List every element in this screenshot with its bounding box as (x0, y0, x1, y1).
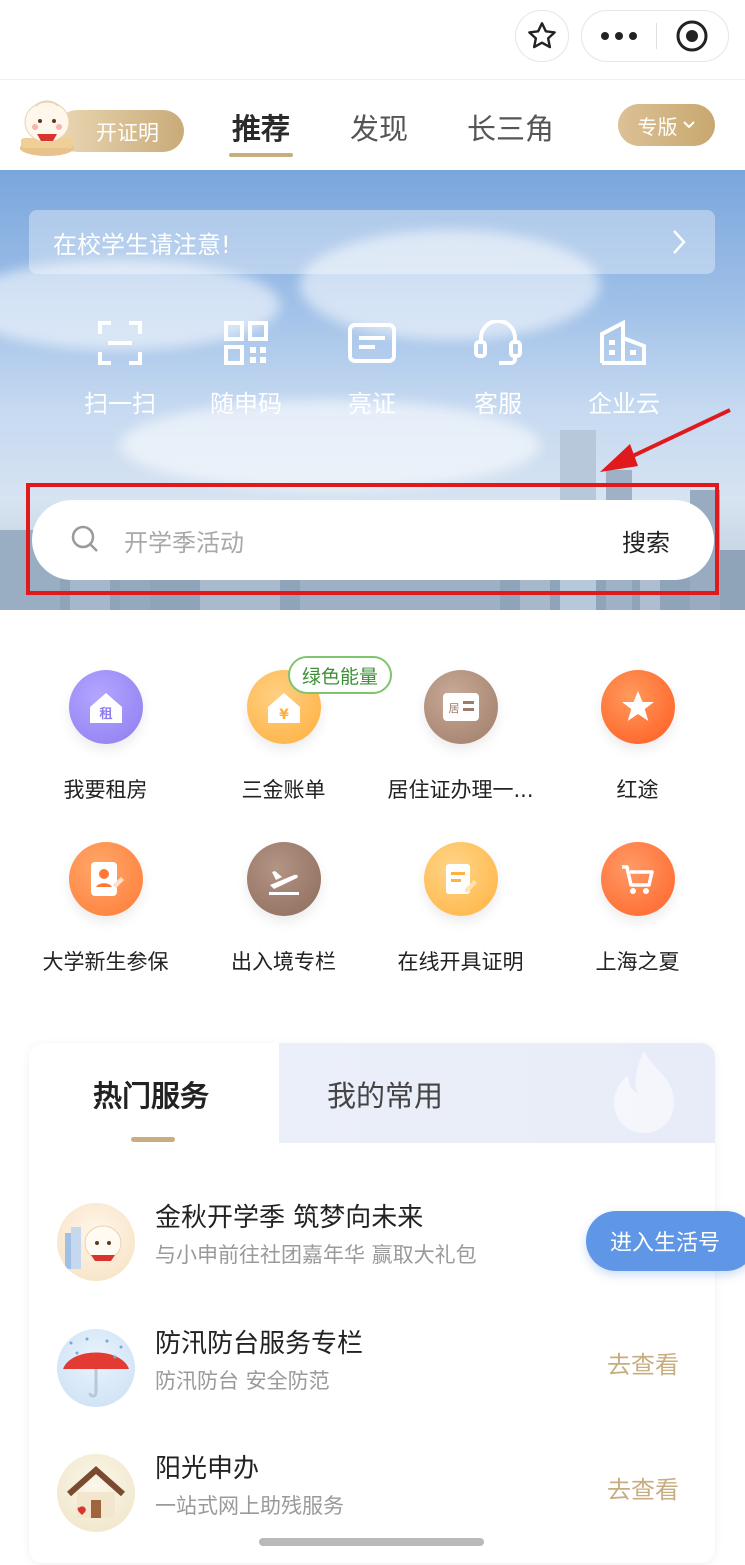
quick-label: 扫一扫 (84, 390, 156, 418)
chevron-down-icon (682, 121, 695, 129)
item-subtitle: 一站式网上助残服务 (155, 1494, 344, 1518)
quick-show-id[interactable]: 亮证 (317, 320, 427, 419)
view-button[interactable]: 去查看 (607, 1345, 679, 1380)
favorite-button[interactable] (515, 10, 569, 62)
scan-icon (98, 321, 142, 365)
quick-label: 随申码 (210, 390, 282, 418)
app-page: 开证明 推荐 发现 长三角 专版 在校学生请注意! 扫一扫 随申码 亮证 客服 … (0, 0, 745, 1565)
edition-button[interactable]: 专版 (618, 104, 715, 146)
green-energy-badge: 绿色能量 (288, 656, 392, 694)
list-item[interactable]: 防汛防台服务专栏 防汛防台 安全防范 去查看 (29, 1319, 715, 1429)
service-residence-permit[interactable]: 居 居住证办理一... (373, 670, 548, 804)
enter-life-account-button[interactable]: 进入生活号 (586, 1211, 745, 1271)
mascot-icon (20, 100, 74, 156)
tab-discover[interactable]: 发现 (350, 106, 408, 148)
certificate-entry[interactable]: 开证明 (18, 92, 184, 156)
service-icon-circle (246, 842, 321, 916)
flame-watermark-icon (614, 1051, 674, 1133)
departure-plane-icon (268, 871, 299, 895)
headset-icon (474, 320, 522, 365)
tab-yangtze-delta[interactable]: 长三角 (467, 106, 554, 148)
rent-house-icon: 租 (89, 693, 122, 723)
home-indicator (259, 1538, 484, 1546)
service-label: 出入境专栏 (231, 950, 336, 974)
service-label: 居住证办理一... (387, 778, 534, 802)
quick-qr-code[interactable]: 随申码 (191, 320, 301, 419)
item-title: 防汛防台服务专栏 (155, 1329, 364, 1359)
svg-text:¥: ¥ (279, 707, 289, 723)
view-button[interactable]: 去查看 (607, 1470, 679, 1505)
service-label: 我要租房 (63, 778, 148, 802)
card-tab-slant (239, 1043, 279, 1143)
qr-code-icon (224, 321, 268, 365)
service-label: 三金账单 (241, 778, 326, 802)
service-red-route[interactable]: 红途 (550, 670, 725, 804)
service-freshman-insurance[interactable]: 大学新生参保 (18, 842, 193, 976)
quick-scan[interactable]: 扫一扫 (65, 320, 175, 419)
mascot-icon (65, 1225, 122, 1269)
star-icon (528, 22, 556, 49)
service-icon-circle (423, 842, 498, 916)
house-icon (67, 1465, 125, 1518)
tab-active-underline (229, 153, 293, 157)
building-icon (600, 320, 646, 365)
service-rent[interactable]: 租 我要租房 (18, 670, 193, 804)
chevron-right-icon (673, 230, 686, 254)
edition-label: 专版 (637, 114, 678, 139)
insurance-edit-icon (90, 862, 124, 896)
notice-text: 在校学生请注意! (53, 230, 231, 259)
residence-card-icon: 居 (442, 693, 479, 721)
tab-recommend[interactable]: 推荐 (232, 106, 290, 148)
quick-label: 亮证 (348, 390, 396, 418)
item-subtitle: 防汛防台 安全防范 (155, 1369, 330, 1393)
service-label: 上海之夏 (595, 950, 680, 974)
annotation-arrow-icon (600, 408, 731, 472)
service-entry-exit[interactable]: 出入境专栏 (196, 842, 371, 976)
svg-text:租: 租 (99, 707, 112, 722)
mini-program-capsule (581, 10, 729, 62)
quick-label: 客服 (474, 390, 522, 418)
close-mini-program-button[interactable] (657, 10, 729, 62)
card-tab-underline (131, 1137, 175, 1142)
hot-services-card: 热门服务 我的常用 金秋开学季 筑梦向未来 与小申前往社团嘉年华 赢取大礼包 防… (29, 1043, 715, 1563)
service-icon-circle: 居 (423, 670, 498, 744)
certificate-label: 开证明 (96, 121, 159, 145)
tab-my-frequent[interactable]: 我的常用 (327, 1073, 443, 1115)
quick-customer-service[interactable]: 客服 (443, 320, 553, 419)
service-icon-circle (68, 842, 143, 916)
more-dots-icon (600, 32, 637, 40)
more-button[interactable] (582, 10, 656, 62)
student-notice-bar[interactable]: 在校学生请注意! (29, 210, 715, 274)
top-nav: 开证明 推荐 发现 长三角 专版 (0, 80, 745, 170)
shopping-cart-icon (621, 865, 654, 894)
item-thumbnail (57, 1203, 135, 1281)
record-target-icon (676, 20, 708, 52)
item-subtitle: 与小申前往社团嘉年华 赢取大礼包 (155, 1243, 477, 1267)
search-highlight-box (26, 483, 719, 595)
service-label: 大学新生参保 (42, 950, 169, 974)
house-yuan-icon: ¥ (267, 693, 300, 723)
service-label: 在线开具证明 (397, 950, 524, 974)
item-thumbnail (57, 1329, 135, 1407)
umbrella-icon (63, 1337, 129, 1398)
service-icon-circle (600, 842, 675, 916)
service-icon-circle: 租 (68, 670, 143, 744)
service-label: 红途 (616, 778, 659, 802)
svg-text:居: 居 (448, 702, 459, 715)
tab-hot-services[interactable]: 热门服务 (93, 1073, 209, 1115)
card-icon (348, 323, 396, 363)
item-title: 阳光申办 (155, 1454, 260, 1484)
service-shanghai-summer[interactable]: 上海之夏 (550, 842, 725, 976)
item-thumbnail (57, 1454, 135, 1532)
top-bar (0, 0, 745, 80)
item-title: 金秋开学季 筑梦向未来 (155, 1203, 424, 1233)
red-star-icon (621, 691, 654, 721)
document-pen-icon (445, 864, 477, 894)
service-online-certificate[interactable]: 在线开具证明 (373, 842, 548, 976)
service-icon-circle (600, 670, 675, 744)
